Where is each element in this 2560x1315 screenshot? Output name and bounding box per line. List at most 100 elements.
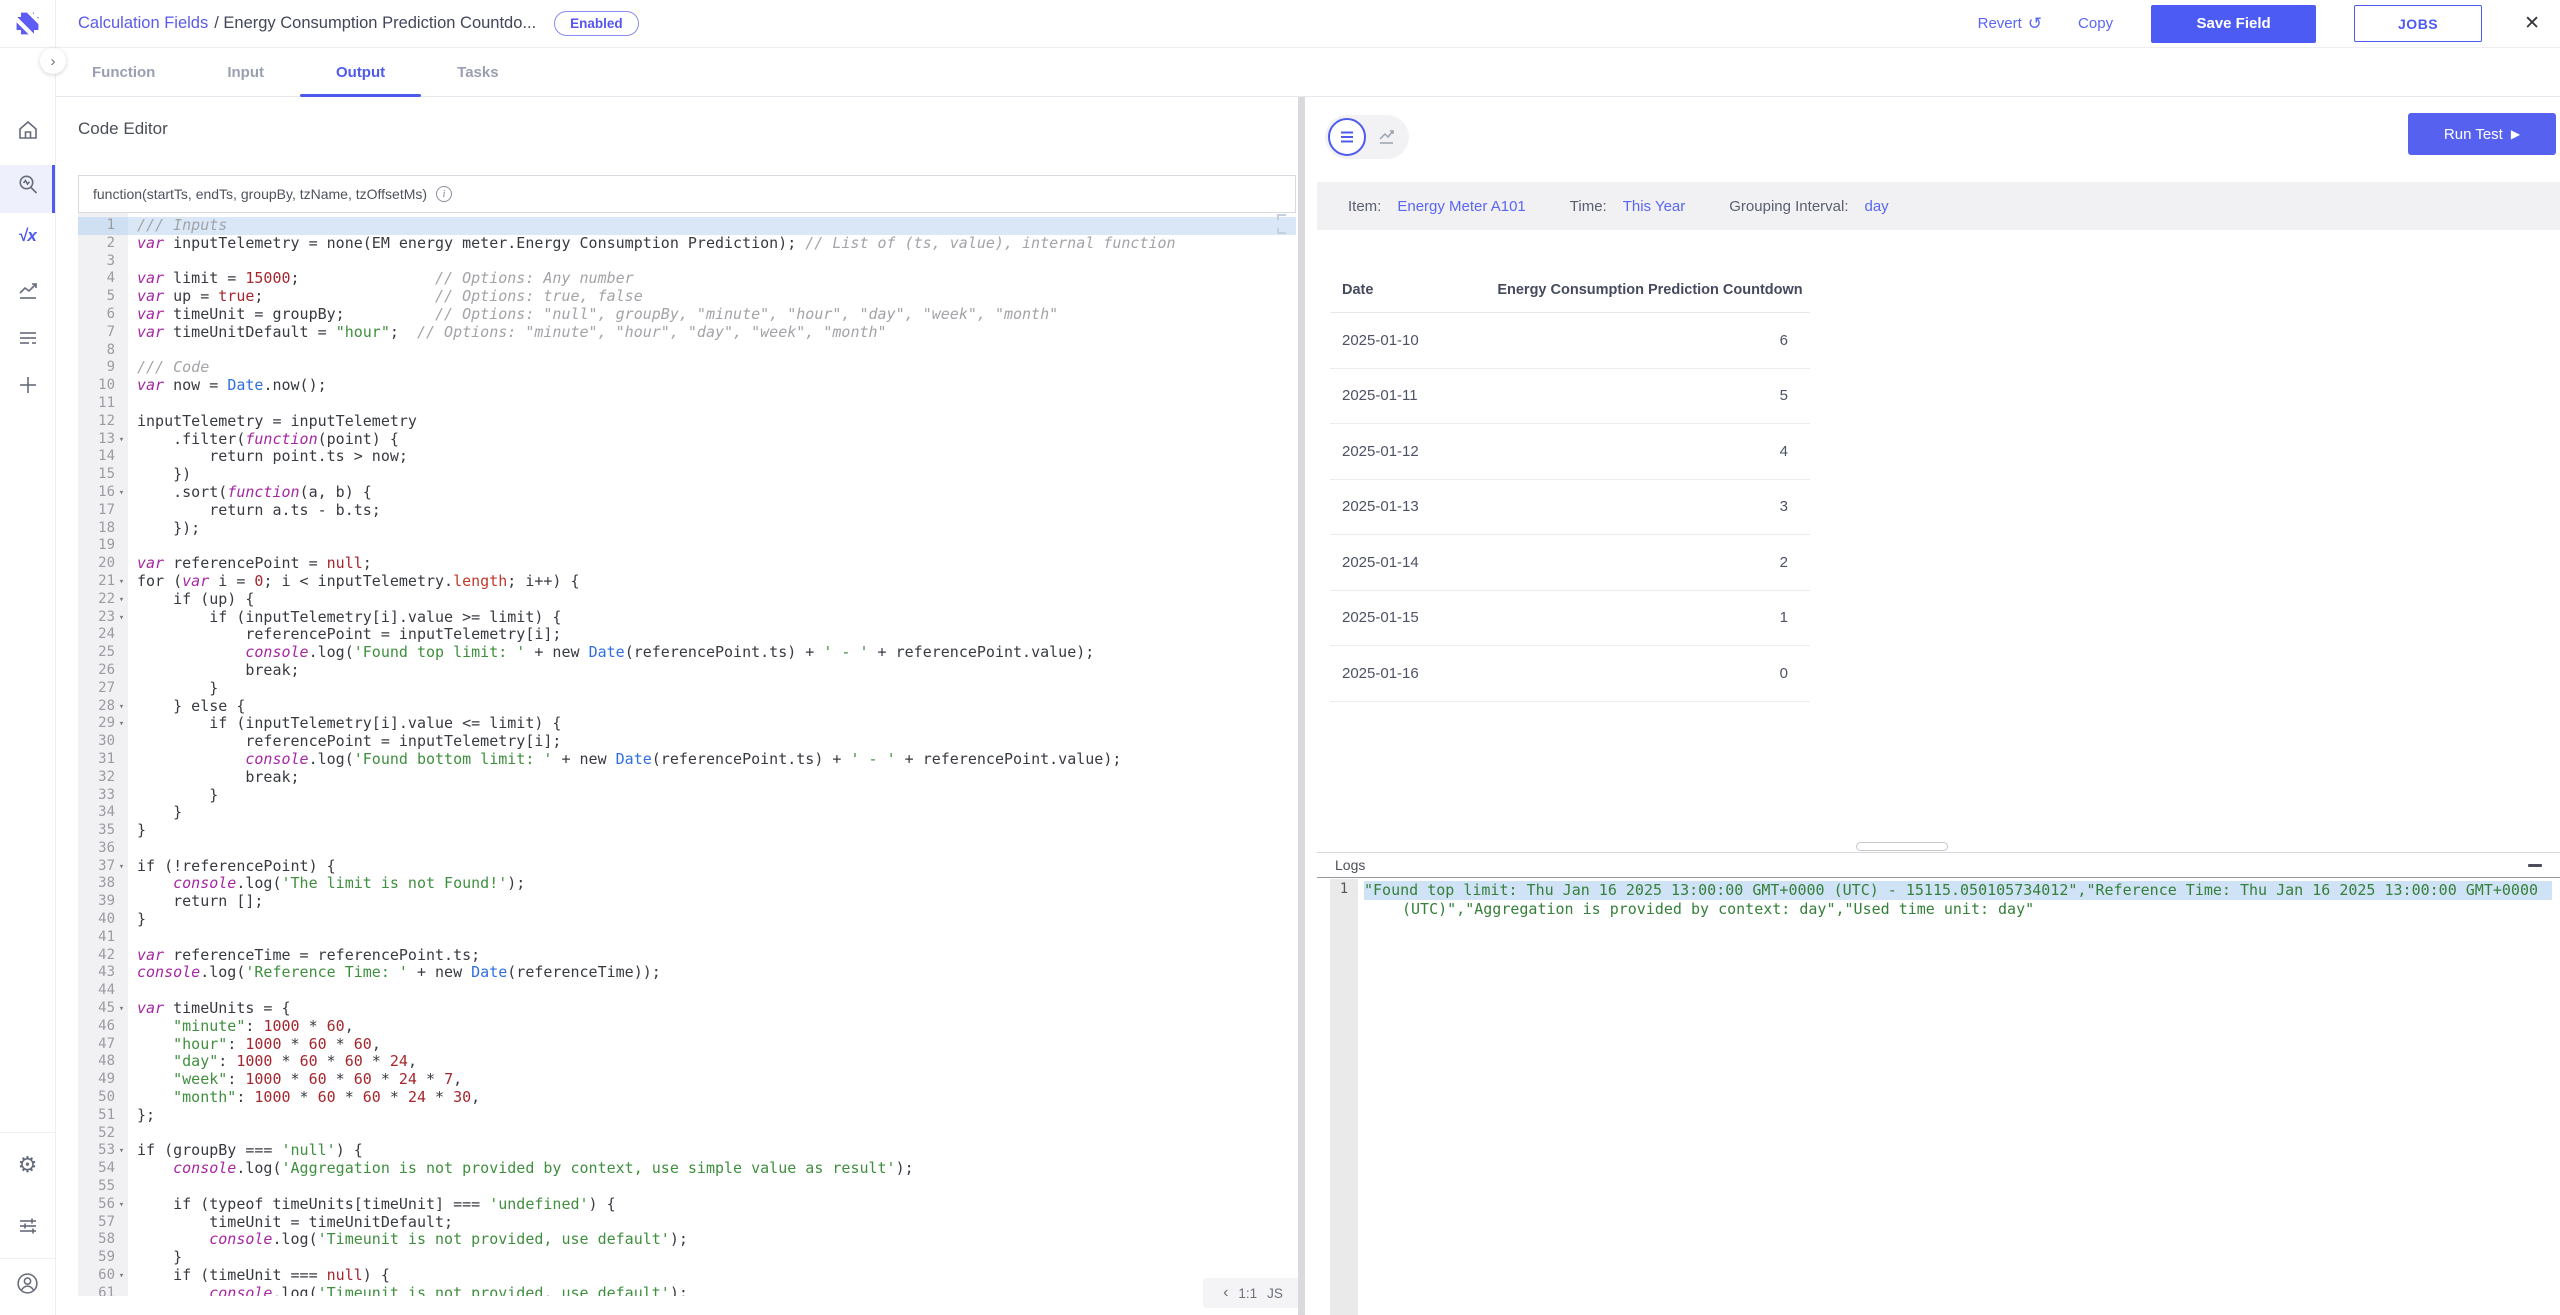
cursor-position: 1:1 [1238, 1286, 1257, 1301]
line-number: 48 [78, 1053, 128, 1071]
line-number: 33 [78, 787, 128, 805]
line-number: 29▾ [78, 715, 128, 733]
sidebar-item-trends[interactable] [0, 277, 55, 305]
code-editor[interactable]: 12345678910111213▾141516▾1718192021▾22▾2… [78, 213, 1296, 1296]
info-icon[interactable]: i [436, 186, 452, 202]
sidebar-item-list[interactable] [0, 324, 55, 352]
revert-button[interactable]: Revert ↺ [1978, 14, 2042, 34]
line-number: 41 [78, 929, 128, 947]
language-label: JS [1267, 1286, 1283, 1301]
sidebar-expand-button[interactable]: › [40, 48, 66, 74]
calculation-fields-icon: √x [18, 226, 37, 246]
sidebar-item-account[interactable] [0, 1269, 55, 1297]
view-toggle-group [1325, 115, 1409, 159]
column-header-countdown: Energy Consumption Prediction Countdown [1490, 282, 1810, 298]
line-number: 22▾ [78, 591, 128, 609]
code-line: console.log('Aggregation is not provided… [137, 1160, 1296, 1178]
log-line-2: (UTC)","Aggregation is provided by conte… [1364, 900, 2552, 919]
code-line: }) [137, 466, 1296, 484]
sidebar-item-add[interactable] [0, 371, 55, 399]
pane-resize-divider[interactable] [1298, 97, 1305, 1315]
line-number: 7 [78, 324, 128, 342]
breadcrumb-root-link[interactable]: Calculation Fields [78, 14, 208, 33]
fold-arrow-icon[interactable]: ▾ [115, 1000, 128, 1018]
time-value-link[interactable]: This Year [1623, 198, 1686, 215]
item-value-link[interactable]: Energy Meter A101 [1397, 198, 1525, 215]
code-line: for (var i = 0; i < inputTelemetry.lengt… [137, 573, 1296, 591]
sidebar-separator [0, 1132, 55, 1133]
status-badge: Enabled [554, 11, 639, 36]
chevron-right-icon: › [51, 53, 56, 70]
column-header-date: Date [1330, 282, 1490, 298]
fold-arrow-icon[interactable]: ▾ [115, 573, 128, 591]
sidebar-item-settings[interactable]: ⚙ [0, 1151, 55, 1179]
collapse-status-icon[interactable]: ‹ [1223, 1284, 1228, 1302]
play-icon: ▶ [2511, 127, 2520, 141]
table-view-button[interactable] [1328, 118, 1366, 156]
line-number: 1 [78, 217, 128, 235]
logs-output[interactable]: "Found top limit: Thu Jan 16 2025 13:00:… [1358, 879, 2560, 1315]
fold-arrow-icon[interactable]: ▾ [115, 591, 128, 609]
code-line [137, 1125, 1296, 1143]
fold-arrow-icon[interactable]: ▾ [115, 1142, 128, 1160]
line-number: 6 [78, 306, 128, 324]
fold-arrow-icon[interactable]: ▾ [115, 1196, 128, 1214]
plus-icon [16, 373, 40, 397]
fold-arrow-icon[interactable]: ▾ [115, 431, 128, 449]
line-number: 32 [78, 769, 128, 787]
logs-resize-handle[interactable] [1856, 842, 1948, 851]
tab-input[interactable]: Input [191, 48, 300, 96]
chart-view-button[interactable] [1368, 118, 1406, 156]
line-number: 21▾ [78, 573, 128, 591]
countdown-value-cell: 2 [1490, 554, 1810, 571]
code-line: if (up) { [137, 591, 1296, 609]
logs-minimize-icon[interactable] [2528, 864, 2542, 867]
date-cell: 2025-01-15 [1330, 609, 1490, 626]
grouping-interval-label: Grouping Interval: [1729, 198, 1848, 215]
table-row: 2025-01-106 [1330, 313, 1810, 369]
date-cell: 2025-01-11 [1330, 387, 1490, 404]
run-test-button[interactable]: Run Test ▶ [2408, 113, 2556, 155]
fold-arrow-icon[interactable]: ▾ [115, 1267, 128, 1285]
code-line: }; [137, 1107, 1296, 1125]
line-number: 31 [78, 751, 128, 769]
code-line: "week": 1000 * 60 * 60 * 24 * 7, [137, 1071, 1296, 1089]
line-number: 52 [78, 1125, 128, 1143]
code-line: return a.ts - b.ts; [137, 502, 1296, 520]
fold-arrow-icon[interactable]: ▾ [115, 858, 128, 876]
header-actions: Revert ↺ Copy Save Field JOBS ✕ [1978, 5, 2560, 43]
app-logo-cell[interactable] [0, 0, 56, 48]
function-signature-bar: function(startTs, endTs, groupBy, tzName… [78, 175, 1296, 213]
code-line: return []; [137, 893, 1296, 911]
fold-arrow-icon[interactable]: ▾ [115, 698, 128, 716]
table-row: 2025-01-142 [1330, 535, 1810, 591]
code-line: if (inputTelemetry[i].value <= limit) { [137, 715, 1296, 733]
close-icon[interactable]: ✕ [2524, 12, 2540, 35]
code-line: "day": 1000 * 60 * 60 * 24, [137, 1053, 1296, 1071]
tab-tasks[interactable]: Tasks [421, 48, 534, 96]
fold-arrow-icon[interactable]: ▾ [115, 715, 128, 733]
editor-status-bar: ‹ 1:1 JS [1203, 1278, 1303, 1308]
line-number: 35 [78, 822, 128, 840]
jobs-button[interactable]: JOBS [2354, 5, 2482, 42]
countdown-value-cell: 4 [1490, 443, 1810, 460]
fold-arrow-icon[interactable]: ▾ [115, 484, 128, 502]
account-icon [15, 1271, 40, 1296]
code-line: console.log('Found top limit: ' + new Da… [137, 644, 1296, 662]
grouping-interval-value-link[interactable]: day [1865, 198, 1889, 215]
results-table-body: 2025-01-1062025-01-1152025-01-1242025-01… [1330, 313, 1810, 702]
line-number: 27 [78, 680, 128, 698]
sidebar-item-tuning[interactable] [0, 1212, 55, 1240]
line-number: 30 [78, 733, 128, 751]
tab-output[interactable]: Output [300, 48, 421, 96]
line-number: 18 [78, 520, 128, 538]
fold-arrow-icon[interactable]: ▾ [115, 609, 128, 627]
save-field-button[interactable]: Save Field [2151, 5, 2316, 43]
results-toolbar: Run Test ▶ [1317, 97, 2560, 182]
tab-function[interactable]: Function [56, 48, 191, 96]
date-cell: 2025-01-10 [1330, 332, 1490, 349]
date-cell: 2025-01-14 [1330, 554, 1490, 571]
copy-button[interactable]: Copy [2078, 15, 2113, 32]
logs-title: Logs [1335, 857, 1365, 873]
sidebar-item-home[interactable] [0, 116, 55, 144]
